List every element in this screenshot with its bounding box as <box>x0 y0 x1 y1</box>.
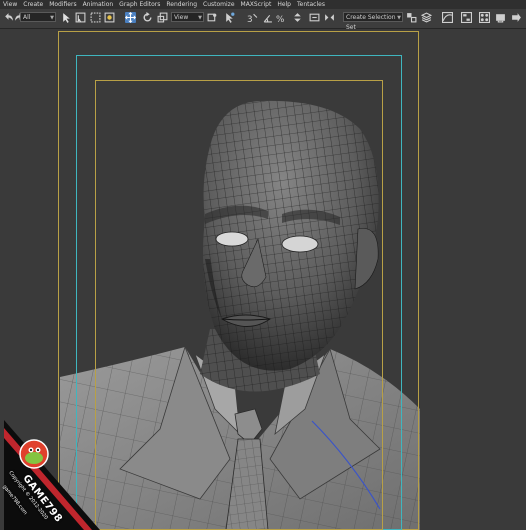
safe-frame-title-area <box>95 80 383 530</box>
menu-customize[interactable]: Customize <box>200 0 238 9</box>
reference-coordinate-value: View <box>174 14 189 21</box>
curve-editor-icon[interactable] <box>442 12 453 23</box>
angle-snap-icon[interactable] <box>262 12 273 23</box>
svg-text:3: 3 <box>247 15 253 23</box>
menu-bar: View Create Modifiers Animation Graph Ed… <box>0 0 526 9</box>
select-manipulate-icon[interactable] <box>224 12 235 23</box>
main-toolbar: All ▼ View ▼ 3 % Create Selection Set ▼ <box>0 9 526 31</box>
pivot-center-icon[interactable] <box>207 12 218 23</box>
spinner-snap-icon[interactable] <box>292 12 303 23</box>
menu-rendering[interactable]: Rendering <box>163 0 200 9</box>
undo-icon[interactable] <box>3 12 14 23</box>
menu-tentacles[interactable]: Tentacles <box>294 0 328 9</box>
reference-coordinate-dropdown[interactable]: View ▼ <box>171 12 204 22</box>
schematic-view-icon[interactable] <box>461 12 472 23</box>
chevron-down-icon: ▼ <box>198 15 202 21</box>
percent-snap-icon[interactable]: % <box>276 12 287 23</box>
window-crossing-icon[interactable] <box>104 12 115 23</box>
select-scale-icon[interactable] <box>157 12 168 23</box>
menu-graph-editors[interactable]: Graph Editors <box>116 0 163 9</box>
layer-manager-icon[interactable] <box>421 12 432 23</box>
mirror-icon[interactable] <box>324 12 335 23</box>
svg-text:%: % <box>276 15 284 23</box>
chevron-down-icon: ▼ <box>50 15 54 21</box>
select-rotate-icon[interactable] <box>142 12 153 23</box>
menu-create[interactable]: Create <box>20 0 46 9</box>
menu-help[interactable]: Help <box>274 0 294 9</box>
selection-filter-value: All <box>23 14 31 21</box>
selection-filter-dropdown[interactable]: All ▼ <box>20 12 56 22</box>
chevron-down-icon: ▼ <box>397 15 401 21</box>
render-icon[interactable] <box>511 12 522 23</box>
edit-named-sets-icon[interactable] <box>309 12 320 23</box>
render-setup-icon[interactable] <box>495 12 506 23</box>
named-selection-set-dropdown[interactable]: Create Selection Set ▼ <box>343 12 403 31</box>
menu-modifiers[interactable]: Modifiers <box>46 0 79 9</box>
menu-view[interactable]: View <box>0 0 20 9</box>
snaps-toggle-icon[interactable]: 3 <box>247 12 258 23</box>
rectangular-selection-icon[interactable] <box>90 12 101 23</box>
select-object-icon[interactable] <box>61 12 72 23</box>
select-move-icon[interactable] <box>125 12 136 23</box>
material-editor-icon[interactable] <box>479 12 490 23</box>
align-icon[interactable] <box>406 12 417 23</box>
select-by-name-icon[interactable] <box>75 12 86 23</box>
menu-maxscript[interactable]: MAXScript <box>238 0 275 9</box>
menu-animation[interactable]: Animation <box>80 0 117 9</box>
